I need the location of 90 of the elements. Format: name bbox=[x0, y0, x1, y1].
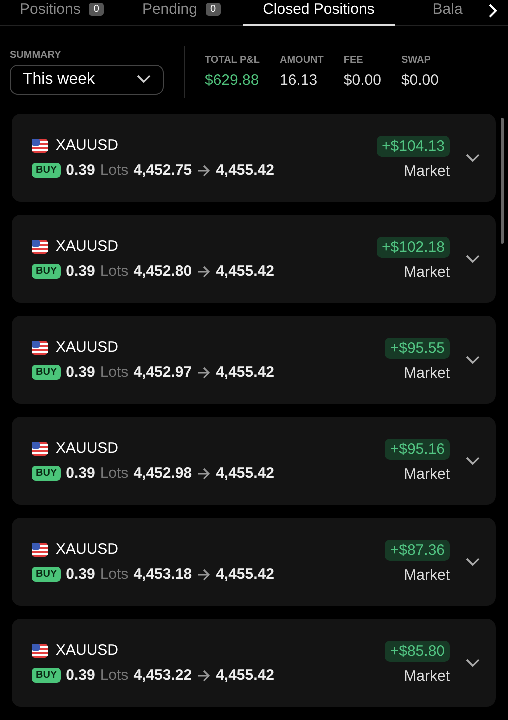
arrow-right-icon bbox=[197, 468, 212, 480]
chevron-down-icon[interactable] bbox=[466, 154, 480, 162]
symbol: XAUUSD bbox=[56, 238, 119, 255]
lots-unit: Lots bbox=[100, 263, 129, 280]
lots-unit: Lots bbox=[100, 465, 129, 482]
side-badge: BUY bbox=[32, 264, 62, 279]
position-card[interactable]: XAUUSD BUY 0.39 Lots 4,453.18 4,455.42 +$87.36 Market bbox=[12, 518, 496, 606]
lots-value: 0.39 bbox=[66, 162, 96, 179]
open-price: 4,453.18 bbox=[134, 566, 192, 583]
stat-value: $0.00 bbox=[401, 72, 439, 89]
close-price: 4,455.42 bbox=[216, 364, 274, 381]
open-price: 4,452.97 bbox=[134, 364, 192, 381]
chevron-down-icon[interactable] bbox=[466, 254, 480, 264]
lots-value: 0.39 bbox=[66, 364, 96, 381]
side-badge: BUY bbox=[32, 163, 62, 178]
chevron-down-icon[interactable] bbox=[466, 356, 480, 364]
lots-unit: Lots bbox=[100, 162, 129, 179]
us-flag-icon bbox=[32, 644, 48, 658]
position-card[interactable]: XAUUSD BUY 0.39 Lots 4,452.80 4,455.42 +$102.18 Market bbox=[12, 215, 496, 303]
side-badge: BUY bbox=[32, 365, 62, 380]
pnl-badge: +$95.55 bbox=[385, 338, 450, 359]
lots-value: 0.39 bbox=[66, 263, 96, 280]
tab[interactable]: Closed Positions bbox=[243, 0, 395, 26]
us-flag-icon bbox=[32, 240, 48, 254]
position-card[interactable]: XAUUSD BUY 0.39 Lots 4,453.22 4,455.42 +$85.80 Market bbox=[12, 619, 496, 707]
arrow-right-icon bbox=[197, 366, 212, 378]
count-badge: 0 bbox=[206, 3, 222, 16]
position-card[interactable]: XAUUSD BUY 0.39 Lots 4,452.97 4,455.42 +$95.55 Market bbox=[12, 316, 496, 404]
order-type: Market bbox=[404, 466, 450, 483]
side-badge: BUY bbox=[32, 668, 62, 683]
lots-value: 0.39 bbox=[66, 667, 96, 684]
order-type: Market bbox=[404, 163, 450, 180]
side-badge: BUY bbox=[32, 567, 62, 582]
stat-value: 16.13 bbox=[280, 72, 319, 89]
pnl-badge: +$85.80 bbox=[385, 641, 450, 662]
chevron-down-icon[interactable] bbox=[466, 456, 480, 466]
count-badge: 0 bbox=[88, 3, 104, 16]
us-flag-icon bbox=[32, 542, 48, 556]
open-price: 4,452.75 bbox=[134, 162, 192, 179]
lots-value: 0.39 bbox=[66, 465, 96, 482]
symbol: XAUUSD bbox=[56, 339, 119, 356]
lots-unit: Lots bbox=[100, 364, 129, 381]
summary-label: SUMMARY bbox=[10, 50, 62, 60]
stat-label: TOTAL P&L bbox=[205, 55, 260, 66]
arrow-right-icon bbox=[197, 266, 212, 278]
lots-value: 0.39 bbox=[66, 566, 96, 583]
chevron-down-icon[interactable] bbox=[466, 558, 480, 566]
stat-label: FEE bbox=[344, 55, 364, 66]
open-price: 4,453.22 bbox=[134, 667, 192, 684]
chevron-down-icon bbox=[137, 75, 151, 84]
open-price: 4,452.98 bbox=[134, 465, 192, 482]
stat-label: AMOUNT bbox=[280, 55, 324, 66]
lots-unit: Lots bbox=[100, 667, 129, 684]
order-type: Market bbox=[404, 567, 450, 584]
position-card[interactable]: XAUUSD BUY 0.39 Lots 4,452.75 4,455.42 +$104.13 Market bbox=[12, 114, 496, 202]
close-price: 4,455.42 bbox=[216, 566, 274, 583]
us-flag-icon bbox=[32, 340, 48, 354]
lots-unit: Lots bbox=[100, 566, 129, 583]
pnl-badge: +$87.36 bbox=[385, 540, 450, 561]
tab[interactable]: Bala bbox=[432, 0, 463, 26]
chevron-right-icon[interactable] bbox=[488, 4, 498, 18]
pnl-badge: +$104.13 bbox=[377, 136, 450, 157]
stat-value: $0.00 bbox=[344, 72, 382, 89]
close-price: 4,455.42 bbox=[216, 667, 274, 684]
tab[interactable]: Pending 0 bbox=[142, 0, 222, 26]
stat-label: SWAP bbox=[401, 55, 432, 66]
symbol: XAUUSD bbox=[56, 541, 119, 558]
us-flag-icon bbox=[32, 138, 48, 152]
pnl-badge: +$95.16 bbox=[385, 439, 450, 460]
stat-value: $629.88 bbox=[205, 72, 260, 89]
symbol: XAUUSD bbox=[56, 440, 119, 457]
symbol: XAUUSD bbox=[56, 137, 119, 154]
arrow-right-icon bbox=[197, 670, 212, 682]
side-badge: BUY bbox=[32, 466, 62, 481]
chevron-down-icon[interactable] bbox=[466, 658, 480, 668]
tab[interactable]: Positions 0 bbox=[20, 0, 104, 26]
symbol: XAUUSD bbox=[56, 642, 119, 659]
order-type: Market bbox=[404, 264, 450, 281]
close-price: 4,455.42 bbox=[216, 465, 274, 482]
order-type: Market bbox=[404, 365, 450, 382]
open-price: 4,452.80 bbox=[134, 263, 192, 280]
period-dropdown[interactable]: This week bbox=[10, 64, 164, 94]
arrow-right-icon bbox=[197, 568, 212, 580]
close-price: 4,455.42 bbox=[216, 263, 274, 280]
pnl-badge: +$102.18 bbox=[377, 237, 450, 258]
position-card[interactable]: XAUUSD BUY 0.39 Lots 4,452.98 4,455.42 +$95.16 Market bbox=[12, 417, 496, 505]
close-price: 4,455.42 bbox=[216, 162, 274, 179]
arrow-right-icon bbox=[197, 164, 212, 176]
us-flag-icon bbox=[32, 442, 48, 456]
order-type: Market bbox=[404, 668, 450, 685]
